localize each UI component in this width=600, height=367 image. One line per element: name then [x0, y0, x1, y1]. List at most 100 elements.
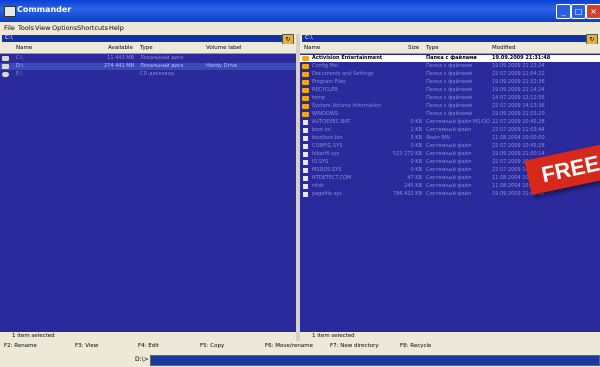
cell-modified: 14.07.2009 12:12:56: [492, 95, 545, 101]
cell-name: bootfont.bin: [312, 135, 343, 141]
maximize-button[interactable]: □: [571, 4, 586, 19]
menu-options[interactable]: Options: [52, 24, 77, 32]
folder-icon: [302, 80, 309, 85]
file-row[interactable]: bootfont.bin 5 KB Файл BIN 11.08.2004 10:00…: [300, 135, 600, 142]
file-row[interactable]: RECYCLER Папка с файлами 19.09.2009 21:14:…: [300, 87, 600, 94]
drive-icon: [2, 56, 9, 61]
menu-shortcuts[interactable]: Shortcuts: [77, 24, 108, 32]
menu-help[interactable]: Help: [109, 24, 124, 32]
file-row[interactable]: CONFIG.SYS 0 KB Системный файл 22.07.2009 1…: [300, 143, 600, 150]
drive-row[interactable]: C:\ 11 443 MB Локальный диск: [0, 55, 296, 62]
left-panel[interactable]: Name Available Type Volume label C:\ 11 …: [0, 44, 296, 332]
cell-size: 0 KB: [410, 119, 422, 125]
cell-type: Системный файл: [426, 183, 472, 189]
cell-type: Папка с файлами: [426, 87, 472, 93]
f2-rename-button[interactable]: F2: Rename: [4, 343, 37, 349]
cell-name: RECYCLER: [312, 87, 338, 93]
col-available[interactable]: Available: [108, 45, 133, 51]
command-prompt: D:\>: [135, 356, 149, 363]
f3-view-button[interactable]: F3: View: [75, 343, 98, 349]
cell-name: temp: [312, 95, 326, 101]
file-icon: [303, 160, 308, 165]
left-drive-bar: C:\ ↻: [0, 34, 296, 45]
cell-size: 0 KB: [410, 167, 422, 173]
command-line: D:\>: [0, 353, 600, 367]
col-type[interactable]: Type: [426, 45, 439, 51]
left-drive-select[interactable]: C:\: [2, 35, 282, 42]
folder-icon: [302, 88, 309, 93]
cell-modified: 19.09.2009 21:03:20: [492, 111, 545, 117]
command-input[interactable]: [150, 355, 600, 366]
cell-name: Documents and Settings: [312, 71, 374, 77]
folder-icon: [302, 96, 309, 101]
file-icon: [303, 176, 308, 181]
cell-size: 5 KB: [410, 135, 422, 141]
right-drive-select[interactable]: C:\: [302, 35, 586, 42]
file-row[interactable]: temp Папка с файлами 14.07.2009 12:12:56: [300, 95, 600, 102]
cell-type: Системный файл: [426, 127, 472, 133]
cell-size: 0 KB: [410, 159, 422, 165]
f8-recycle-button[interactable]: F8: Recycle: [400, 343, 431, 349]
file-row[interactable]: Config.Msi Папка с файлами 19.09.2009 21:2…: [300, 63, 600, 70]
menu-bar: File Tools View Options Shortcuts Help: [0, 22, 600, 34]
file-icon: [303, 136, 308, 141]
col-name[interactable]: Name: [304, 45, 320, 51]
cell-modified: 22.07.2009 11:04:22: [492, 71, 545, 77]
drive-icon: [2, 64, 9, 69]
col-volume-label[interactable]: Volume label: [206, 45, 242, 51]
f6-move-button[interactable]: F6: Move/rename: [265, 343, 313, 349]
cell-name: pagefile.sys: [312, 191, 342, 197]
cell-size: 523 272 KB: [393, 151, 422, 157]
drive-row[interactable]: D:\ 274 441 MB Локальный диск Handy Driv…: [0, 63, 296, 70]
file-row[interactable]: AUTOEXEC.BAT 0 KB Системный файл MS-DOS 22.…: [300, 119, 600, 126]
file-row[interactable]: WINDOWS Папка с файлами 19.09.2009 21:03:2…: [300, 111, 600, 118]
title-bar: Commander _ □ ×: [0, 0, 600, 22]
file-row[interactable]: pagefile.sys 786 432 KB Системный файл 19.0…: [300, 191, 600, 198]
close-button[interactable]: ×: [586, 4, 600, 19]
right-status: 1 item selected: [300, 332, 600, 341]
cell-type: Папка с файлами: [426, 71, 472, 77]
col-modified[interactable]: Modified: [492, 45, 515, 51]
col-type[interactable]: Type: [140, 45, 153, 51]
file-row[interactable]: System Volume Information Папка с файлами…: [300, 103, 600, 110]
app-icon: [4, 6, 16, 17]
folder-icon: [302, 112, 309, 117]
f7-newdir-button[interactable]: F7: New directory: [330, 343, 379, 349]
cell-size: 786 432 KB: [393, 191, 422, 197]
cell-size: 245 KB: [404, 183, 422, 189]
file-row[interactable]: boot.ini 1 KB Системный файл 22.07.2009 11:…: [300, 127, 600, 134]
menu-view[interactable]: View: [35, 24, 50, 32]
drive-row[interactable]: E:\ CD-дисковод: [0, 71, 296, 78]
right-panel-header: Name Size Type Modified: [300, 44, 600, 54]
cell-name: AUTOEXEC.BAT: [312, 119, 351, 125]
cell-size: 1 KB: [410, 127, 422, 133]
col-name[interactable]: Name: [16, 45, 32, 51]
cell-type: Папка с файлами: [426, 79, 472, 85]
file-row[interactable]: Program Files Папка с файлами 19.09.2009 2…: [300, 79, 600, 86]
file-icon: [303, 128, 308, 133]
f4-edit-button[interactable]: F4: Edit: [138, 343, 159, 349]
folder-icon: [302, 56, 309, 61]
folder-icon: [302, 64, 309, 69]
cell-name: NTDETECT.COM: [312, 175, 352, 181]
cell-modified: 22.07.2009 11:03:44: [492, 127, 545, 133]
cell-type: Папка с файлами: [426, 95, 472, 101]
cell-name: Program Files: [312, 79, 346, 85]
f5-copy-button[interactable]: F5: Copy: [200, 343, 224, 349]
file-row[interactable]: Activision Entertainment Папка с файлами 1…: [300, 55, 600, 62]
window-title: Commander: [17, 5, 72, 14]
menu-file[interactable]: File: [4, 24, 15, 32]
cell-type: Системный файл: [426, 143, 472, 149]
cell-modified: 19.09.2009 21:14:24: [492, 87, 545, 93]
cell-modified: 19.09.2009 21:32:36: [492, 79, 545, 85]
menu-tools[interactable]: Tools: [18, 24, 34, 32]
right-drive-bar: C:\ ↻: [300, 34, 600, 45]
function-key-bar: F2: Rename F3: View F4: Edit F5: Copy F6…: [0, 341, 600, 353]
file-icon: [303, 120, 308, 125]
file-row[interactable]: Documents and Settings Папка с файлами 22.…: [300, 71, 600, 78]
cell-type: Системный файл: [426, 175, 472, 181]
cell-type: Файл BIN: [426, 135, 451, 141]
minimize-button[interactable]: _: [556, 4, 571, 19]
col-size[interactable]: Size: [408, 45, 419, 51]
folder-icon: [302, 104, 309, 109]
